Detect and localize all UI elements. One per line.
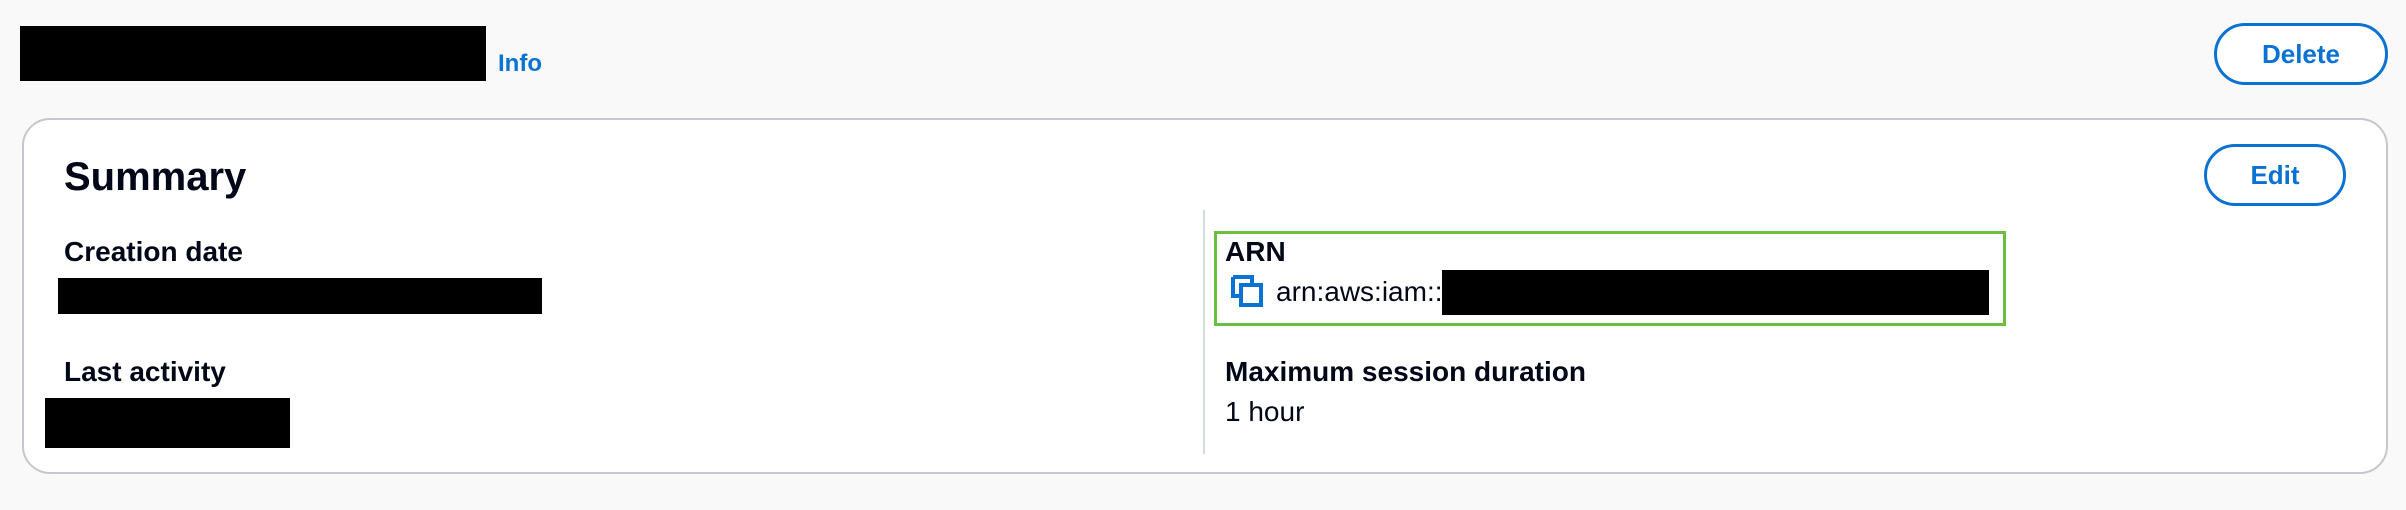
column-divider: [1203, 210, 1205, 454]
summary-title: Summary: [64, 155, 247, 199]
last-activity-value-redacted: [45, 398, 290, 448]
creation-date-value-redacted: [58, 278, 542, 314]
creation-date-label: Creation date: [64, 236, 243, 267]
delete-button[interactable]: Delete: [2214, 23, 2388, 85]
max-session-label: Maximum session duration: [1225, 356, 1586, 387]
role-details-page: Info Delete Summary Edit Creation date L…: [0, 0, 2406, 510]
edit-button[interactable]: Edit: [2204, 144, 2346, 206]
last-activity-label: Last activity: [64, 356, 226, 387]
arn-value-redacted: [1442, 270, 1989, 315]
info-link[interactable]: Info: [498, 50, 542, 78]
max-session-value: 1 hour: [1225, 396, 1305, 427]
role-name-redacted: [20, 26, 486, 81]
arn-label: ARN: [1225, 236, 1286, 267]
arn-value: arn:aws:iam::: [1276, 276, 1443, 307]
copy-icon[interactable]: [1230, 274, 1264, 308]
